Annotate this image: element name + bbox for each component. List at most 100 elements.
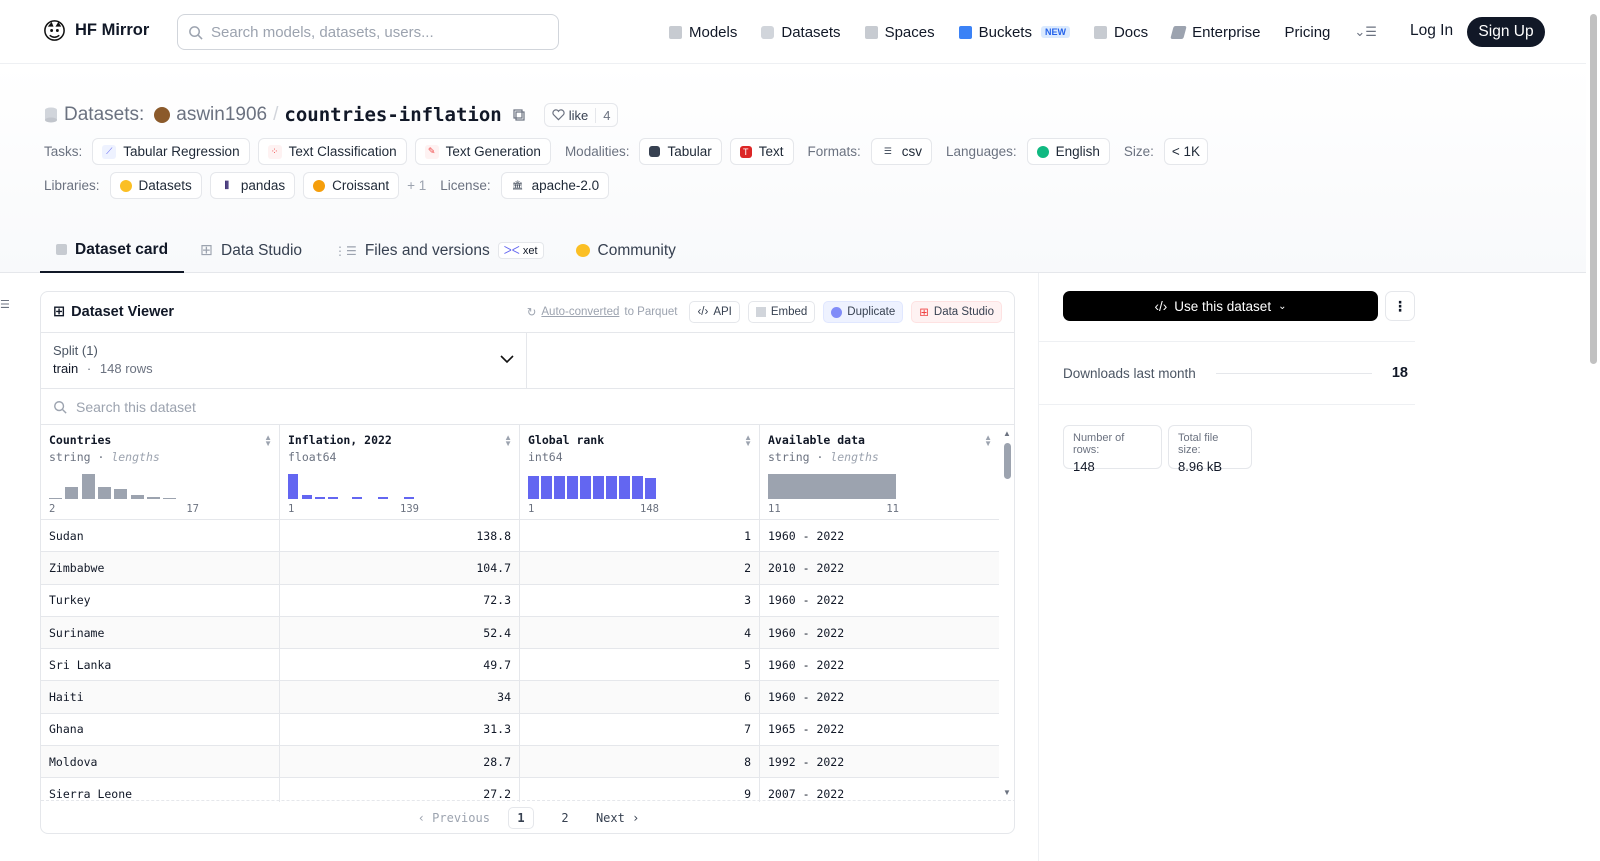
tags-row-1: Tasks: ⟋ Tabular Regression ⁘ Text Class… (44, 138, 1209, 165)
tag-size[interactable]: < 1K (1163, 138, 1209, 165)
column-header[interactable]: Available data string · lengths ▲ ▼ 11 11 (760, 425, 999, 519)
page-2-button[interactable]: 2 (552, 807, 578, 829)
more-options-icon[interactable]: ⋮ (1385, 291, 1415, 321)
use-dataset-button[interactable]: ‹/› Use this dataset ⌄ (1063, 291, 1378, 321)
dots-icon: ⁘ (267, 144, 282, 159)
tag-pandas[interactable]: ⫼ pandas (209, 172, 296, 199)
tab-label: Dataset card (75, 240, 169, 258)
column-header[interactable]: Inflation, 2022 float64 ▲ ▼ 1 139 (280, 425, 520, 519)
table-row[interactable]: Turkey 72.3 3 1960 - 2022 (41, 584, 999, 617)
scroll-up-icon[interactable]: ▲ (1003, 429, 1011, 438)
tab-files-versions[interactable]: ⋮☰ Files and versions ᐳᐸ xet (318, 228, 559, 273)
size-stat: Total file size: 8.96 kB (1168, 425, 1252, 474)
cell-country: Haiti (41, 681, 280, 713)
table-row[interactable]: Moldova 28.7 8 1992 - 2022 (41, 746, 999, 779)
hist-max: 148 (640, 503, 659, 515)
tab-data-studio[interactable]: ⊞ Data Studio (184, 228, 318, 273)
repo-name-link[interactable]: countries-inflation (284, 104, 501, 126)
nav-datasets[interactable]: Datasets (761, 24, 841, 41)
hist-bar (541, 476, 552, 499)
tag-text-generation[interactable]: ✎ Text Generation (414, 138, 551, 165)
column-header[interactable]: Global rank int64 ▲ ▼ 1 148 (520, 425, 760, 519)
table-scroll-thumb[interactable] (1004, 443, 1011, 479)
nav-docs[interactable]: Docs (1093, 24, 1148, 41)
tag-text-classification[interactable]: ⁘ Text Classification (257, 138, 407, 165)
table-row[interactable]: Suriname 52.4 4 1960 - 2022 (41, 616, 999, 650)
auto-converted-link[interactable]: Auto-converted (541, 306, 619, 318)
table-row[interactable]: Sri Lanka 49.7 5 1960 - 2022 (41, 649, 999, 682)
global-search-input[interactable]: Search models, datasets, users... (177, 14, 559, 50)
nav-spaces[interactable]: Spaces (864, 24, 935, 41)
split-selector[interactable]: Split (1) train · 148 rows (41, 333, 527, 388)
tags-row-2: Libraries: Datasets ⫼ pandas Croissant +… (44, 172, 610, 199)
tag-text[interactable]: T Text (729, 138, 794, 165)
page-scrollbar[interactable] (1588, 0, 1600, 861)
tag-csv[interactable]: ☰ csv (870, 138, 933, 165)
sort-icon[interactable]: ▲ ▼ (744, 434, 752, 448)
tag-datasets-lib[interactable]: Datasets (109, 172, 202, 199)
tag-tabular[interactable]: Tabular (639, 138, 722, 165)
login-link[interactable]: Log In (1410, 22, 1453, 40)
signup-button[interactable]: Sign Up (1467, 17, 1545, 47)
table-row[interactable]: Haiti 34 6 1960 - 2022 (41, 681, 999, 714)
table-row[interactable]: Zimbabwe 104.7 2 2010 - 2022 (41, 552, 999, 585)
tag-label: English (1055, 144, 1100, 159)
table-row[interactable]: Sierra Leone 27.2 9 2007 - 2022 (41, 778, 999, 802)
path-separator: / (273, 104, 279, 125)
auto-converted-note: ↻ Auto-converted to Parquet (527, 305, 678, 319)
table-row[interactable]: Sudan 138.8 1 1960 - 2022 (41, 520, 999, 553)
sidebar-toggle-icon[interactable]: ☰ (0, 298, 10, 311)
more-libraries[interactable]: + 1 (407, 178, 426, 193)
cell-rank: 3 (520, 584, 760, 616)
tag-english[interactable]: English (1026, 138, 1110, 165)
hist-bar (163, 498, 176, 499)
hist-bar (593, 476, 604, 499)
sort-icon[interactable]: ▲ ▼ (504, 434, 512, 448)
cell-country: Sri Lanka (41, 649, 280, 681)
page-scroll-thumb[interactable] (1590, 14, 1597, 364)
scroll-down-icon[interactable]: ▼ (1003, 788, 1011, 797)
more-menu-icon[interactable]: ⌄☰ (1354, 24, 1377, 40)
nav-pricing[interactable]: Pricing (1285, 24, 1331, 41)
divider (1039, 404, 1415, 405)
page-1-button[interactable]: 1 (507, 807, 534, 829)
brand-link[interactable]: HF Mirror (42, 18, 149, 43)
nav-enterprise[interactable]: Enterprise (1170, 24, 1261, 41)
tab-label: Community (597, 241, 676, 259)
cell-country: Zimbabwe (41, 552, 280, 584)
sort-icon[interactable]: ▲ ▼ (264, 434, 272, 448)
avatar[interactable] (154, 107, 171, 123)
column-name: Global rank (528, 433, 605, 447)
hist-min: 2 (49, 503, 56, 515)
tab-dataset-card[interactable]: Dataset card (40, 228, 185, 273)
like-button[interactable]: like 4 (543, 103, 619, 127)
use-dataset-label: Use this dataset (1174, 298, 1272, 314)
hf-emoji-icon (119, 179, 132, 192)
list-icon: ☰ (883, 146, 892, 156)
copy-icon[interactable] (512, 108, 526, 122)
dataset-search-input[interactable]: Search this dataset (41, 389, 1014, 425)
data-studio-button[interactable]: ⊞ Data Studio (911, 301, 1002, 323)
next-page-button[interactable]: Next › (596, 811, 639, 825)
tag-tabular-regression[interactable]: ⟋ Tabular Regression (92, 138, 250, 165)
repo-owner-link[interactable]: aswin1906 (176, 104, 267, 126)
nav-buckets[interactable]: Buckets NEW (958, 24, 1070, 41)
cell-inflation: 138.8 (280, 520, 520, 552)
table-scrollbar[interactable]: ▲ ▼ (1001, 429, 1013, 797)
duplicate-button[interactable]: Duplicate (823, 301, 904, 323)
table-row[interactable]: Ghana 31.3 7 1965 - 2022 (41, 713, 999, 747)
sort-icon[interactable]: ▲ ▼ (984, 434, 992, 448)
tab-community[interactable]: Community (560, 228, 692, 273)
nav-models[interactable]: Models (669, 24, 737, 41)
split-rows: 148 rows (99, 361, 153, 376)
embed-button[interactable]: Embed (747, 301, 816, 323)
hist-bar (328, 497, 338, 499)
downloads-value: 18 (1391, 365, 1408, 381)
column-header[interactable]: Countries string · lengths ▲ ▼ 2 17 (41, 425, 280, 519)
tag-croissant[interactable]: Croissant (303, 172, 400, 199)
tag-license[interactable]: 🏛 apache-2.0 (500, 172, 610, 199)
api-button[interactable]: ‹/› API (689, 301, 740, 323)
search-icon (54, 400, 67, 414)
bank-icon: 🏛 (511, 180, 524, 190)
previous-page-button[interactable]: ‹ Previous (418, 811, 490, 825)
